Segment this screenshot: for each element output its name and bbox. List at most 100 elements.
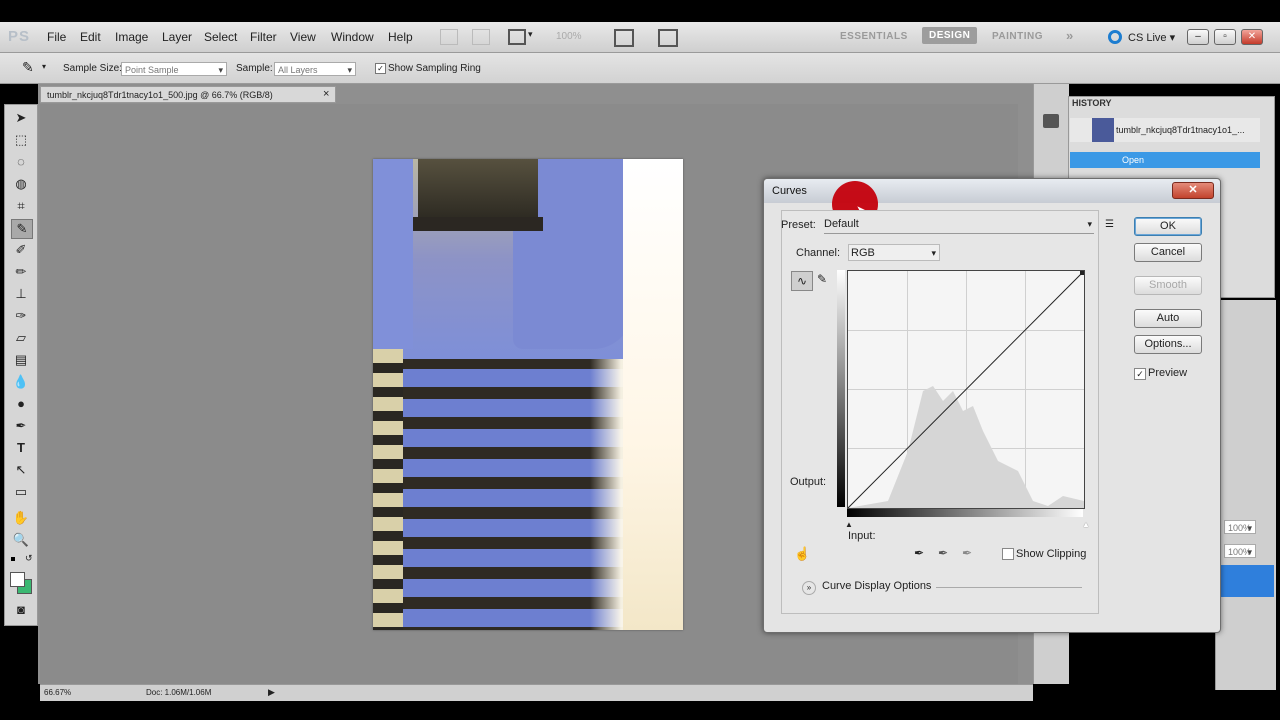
- white-eyedropper-icon[interactable]: ✒: [962, 546, 972, 560]
- document-image[interactable]: [373, 159, 683, 630]
- document-tab[interactable]: tumblr_nkcjuq8Tdr1tnacy1o1_500.jpg @ 66.…: [40, 86, 336, 103]
- sample-select[interactable]: All Layers: [274, 62, 356, 77]
- curves-graph[interactable]: [847, 270, 1085, 509]
- doc-size-info: Doc: 1.06M/1.06M: [146, 688, 212, 697]
- quick-selection-tool-icon[interactable]: ◍: [11, 175, 31, 193]
- gray-eyedropper-icon[interactable]: ✒: [938, 546, 948, 560]
- expand-display-options-icon[interactable]: »: [802, 581, 816, 595]
- gradient-tool-icon[interactable]: ▤: [11, 351, 31, 369]
- document-close-icon[interactable]: ×: [323, 88, 329, 100]
- preset-select[interactable]: Default ▾: [824, 216, 1094, 234]
- menu-file[interactable]: File: [47, 30, 66, 44]
- curves-dialog: Curves ✕ ➤ Preset: Default ▾ ☰ Channel: …: [763, 178, 1221, 633]
- crop-tool-icon[interactable]: ⌗: [11, 197, 31, 215]
- show-clipping-checkbox[interactable]: [1002, 548, 1014, 560]
- eraser-tool-icon[interactable]: ▱: [11, 329, 31, 347]
- zoom-tool-icon[interactable]: 🔍: [11, 531, 31, 549]
- menu-bar: PS File Edit Image Layer Select Filter V…: [0, 22, 1280, 53]
- pen-tool-icon[interactable]: ✒: [11, 417, 31, 435]
- restore-button[interactable]: ▫: [1214, 29, 1236, 45]
- type-tool-icon[interactable]: T: [11, 439, 31, 457]
- hand-tool-icon[interactable]: ✋: [11, 509, 31, 527]
- menu-edit[interactable]: Edit: [80, 30, 101, 44]
- quick-mask-icon[interactable]: ◙: [11, 601, 31, 619]
- dialog-close-button[interactable]: ✕: [1172, 182, 1214, 199]
- history-panel-icon[interactable]: [1043, 114, 1059, 128]
- zoom-field[interactable]: 66.67%: [44, 688, 71, 697]
- cancel-button[interactable]: Cancel: [1134, 243, 1202, 262]
- menu-image[interactable]: Image: [115, 30, 148, 44]
- preview-label: Preview: [1148, 367, 1188, 379]
- shape-tool-icon[interactable]: ▭: [11, 483, 31, 501]
- zoom-level[interactable]: 100%: [556, 31, 582, 42]
- channel-select[interactable]: RGB ▾: [848, 244, 940, 261]
- launch-bridge-icon[interactable]: [440, 29, 458, 45]
- view-extras-icon[interactable]: [508, 29, 526, 45]
- fill-field[interactable]: 100%: [1224, 544, 1256, 559]
- history-snapshot-row[interactable]: tumblr_nkcjuq8Tdr1tnacy1o1_...: [1070, 118, 1260, 142]
- screen-mode-icon[interactable]: [658, 29, 678, 47]
- workspace-design[interactable]: DESIGN: [922, 27, 978, 44]
- path-selection-tool-icon[interactable]: ↖: [11, 461, 31, 479]
- layers-panel: [1215, 300, 1276, 690]
- dodge-tool-icon[interactable]: ●: [11, 395, 31, 413]
- history-panel-title[interactable]: HISTORY: [1072, 98, 1112, 108]
- chevron-down-icon[interactable]: ▾: [42, 62, 46, 71]
- histogram-and-curve: [848, 271, 1084, 508]
- selected-layer-row[interactable]: [1216, 565, 1274, 597]
- options-button[interactable]: Options...: [1134, 335, 1202, 354]
- sample-size-select[interactable]: Point Sample: [121, 62, 227, 77]
- arrange-documents-icon[interactable]: [614, 29, 634, 47]
- move-tool-icon[interactable]: ➤: [11, 109, 31, 127]
- foreground-color-swatch[interactable]: [10, 572, 25, 587]
- workspace-painting[interactable]: PAINTING: [992, 31, 1043, 42]
- minimize-button[interactable]: –: [1187, 29, 1209, 45]
- menu-view[interactable]: View: [290, 30, 316, 44]
- on-image-adjust-icon[interactable]: ☝: [794, 546, 810, 562]
- app-logo: PS: [8, 28, 31, 45]
- curve-display-options-label[interactable]: Curve Display Options: [822, 580, 931, 592]
- healing-brush-tool-icon[interactable]: ✐: [11, 241, 31, 259]
- eyedropper-tool-icon[interactable]: ✎: [11, 219, 33, 239]
- history-snapshot-name: tumblr_nkcjuq8Tdr1tnacy1o1_...: [1116, 125, 1245, 135]
- menu-filter[interactable]: Filter: [250, 30, 277, 44]
- black-point-slider-icon[interactable]: ▲: [845, 520, 853, 529]
- document-tab-title: tumblr_nkcjuq8Tdr1tnacy1o1_500.jpg @ 66.…: [47, 90, 273, 100]
- cs-live-menu[interactable]: CS Live ▾: [1128, 31, 1175, 44]
- menu-help[interactable]: Help: [388, 30, 413, 44]
- workspace-essentials[interactable]: ESSENTIALS: [840, 31, 908, 42]
- clone-stamp-tool-icon[interactable]: ⊥: [11, 285, 31, 303]
- brush-tool-icon[interactable]: ✏: [11, 263, 31, 281]
- menu-window[interactable]: Window: [331, 30, 374, 44]
- preview-checkbox[interactable]: ✓: [1134, 368, 1146, 380]
- show-sampling-ring-checkbox[interactable]: ✓: [375, 63, 386, 74]
- black-eyedropper-icon[interactable]: ✒: [914, 546, 924, 560]
- menu-select[interactable]: Select: [204, 30, 237, 44]
- marquee-tool-icon[interactable]: ⬚: [11, 131, 31, 149]
- blur-tool-icon[interactable]: 💧: [11, 373, 31, 391]
- window-close-button[interactable]: ✕: [1241, 29, 1263, 45]
- history-step-row[interactable]: Open: [1070, 152, 1260, 168]
- smooth-button[interactable]: Smooth: [1134, 276, 1202, 295]
- status-menu-arrow-icon[interactable]: ▶: [268, 687, 275, 698]
- status-bar: 66.67% Doc: 1.06M/1.06M ▶: [40, 684, 1033, 701]
- tools-panel: ➤ ⬚ ◌ ◍ ⌗ ✎ ✐ ✏ ⊥ ✑ ▱ ▤ 💧 ● ✒ T ↖ ▭ ✋ 🔍 …: [4, 104, 38, 626]
- preset-options-icon[interactable]: ☰: [1105, 219, 1114, 230]
- more-workspaces-icon[interactable]: »: [1066, 28, 1074, 43]
- ok-button[interactable]: OK: [1134, 217, 1202, 236]
- white-point-slider-icon[interactable]: ▲: [1082, 520, 1090, 529]
- swap-colors-icon[interactable]: ↺: [25, 553, 33, 564]
- chevron-down-icon[interactable]: ▾: [528, 29, 533, 40]
- menu-layer[interactable]: Layer: [162, 30, 192, 44]
- opacity-field[interactable]: 100%: [1224, 520, 1256, 535]
- curve-edit-icon[interactable]: ∿: [791, 271, 813, 291]
- pencil-draw-icon[interactable]: ✎: [817, 272, 827, 286]
- auto-button[interactable]: Auto: [1134, 309, 1202, 328]
- mini-bridge-icon[interactable]: [472, 29, 490, 45]
- input-label: Input:: [848, 530, 876, 542]
- lasso-tool-icon[interactable]: ◌: [11, 153, 31, 171]
- eyedropper-icon[interactable]: ✎: [22, 59, 34, 76]
- preset-value: Default: [824, 218, 859, 230]
- history-brush-tool-icon[interactable]: ✑: [11, 307, 31, 325]
- default-colors-icon[interactable]: [11, 557, 15, 561]
